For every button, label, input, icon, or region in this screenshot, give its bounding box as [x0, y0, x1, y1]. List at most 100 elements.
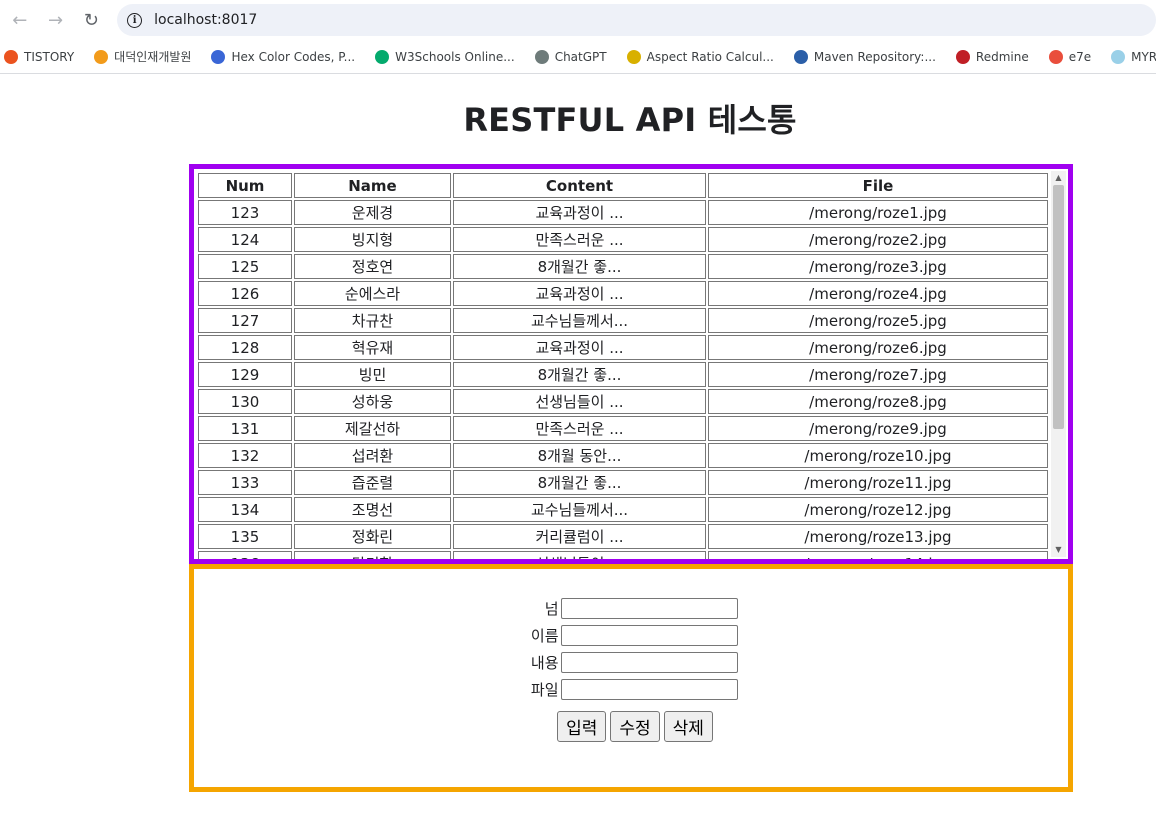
content-cell: 8개월간 좋... [453, 470, 706, 495]
table-row[interactable]: 123 운제경 교육과정이 .../merong/roze1.jpg [198, 200, 1048, 225]
bookmark-label: Redmine [975, 49, 1029, 64]
form-buttons: 입력 수정 삭제 [194, 711, 1068, 742]
bookmark-item[interactable]: ChatGPT [534, 49, 607, 64]
content-cell: 8개월간 좋... [453, 254, 706, 279]
file-cell: /merong/roze2.jpg [708, 227, 1048, 252]
file-label: 파일 [530, 681, 559, 699]
table-row[interactable]: 133 즙준렬 8개월간 좋.../merong/roze11.jpg [198, 470, 1048, 495]
table-row[interactable]: 129 빙민 8개월간 좋.../merong/roze7.jpg [198, 362, 1048, 387]
name-cell: 담리항 [294, 551, 451, 559]
bookmark-label: Maven Repository:... [813, 49, 936, 64]
insert-button[interactable]: 입력 [557, 711, 607, 742]
update-button[interactable]: 수정 [610, 711, 660, 742]
num-cell: 128 [198, 335, 292, 360]
table-row[interactable]: 128 혁유재 교육과정이 .../merong/roze6.jpg [198, 335, 1048, 360]
name-cell: 섭려환 [294, 443, 451, 468]
table-row[interactable]: 126 순에스라 교육과정이 .../merong/roze4.jpg [198, 281, 1048, 306]
scrollbar-thumb[interactable] [1053, 185, 1064, 429]
header-file: File [708, 173, 1048, 198]
bookmark-label: Hex Color Codes, P... [231, 49, 356, 64]
browser-toolbar: ← → ↻ i localhost:8017 [0, 0, 1156, 40]
name-cell: 혁유재 [294, 335, 451, 360]
header-num: Num [198, 173, 292, 198]
scroll-down-icon[interactable]: ▼ [1051, 543, 1066, 557]
num-input[interactable] [560, 598, 738, 619]
content-cell: 만족스러운 ... [453, 227, 706, 252]
chatgpt-icon [534, 49, 549, 64]
address-bar[interactable]: i localhost:8017 [117, 4, 1156, 36]
bookmark-label: ChatGPT [554, 49, 607, 64]
bookmark-label: 대덕인재개발원 [114, 50, 192, 64]
table-row[interactable]: 134 조명선 교수님들께서.../merong/roze12.jpg [198, 497, 1048, 522]
num-cell: 136 [198, 551, 292, 559]
bookmark-item[interactable]: Redmine [955, 49, 1029, 64]
bookmark-item[interactable]: Aspect Ratio Calcul... [626, 49, 774, 64]
site-info-icon[interactable]: i [127, 12, 143, 28]
url-text: localhost:8017 [154, 12, 258, 28]
table-row[interactable]: 135 정화린 커리큘럼이 .../merong/roze13.jpg [198, 524, 1048, 549]
table-row[interactable]: 130 성하웅 선생님들이 .../merong/roze8.jpg [198, 389, 1048, 414]
content-cell: 만족스러운 ... [453, 416, 706, 441]
delete-button[interactable]: 삭제 [663, 711, 713, 742]
tistory-icon [4, 49, 18, 64]
content-cell: 8개월간 좋... [453, 362, 706, 387]
palette-icon [211, 49, 226, 64]
back-icon[interactable]: ← [6, 6, 34, 34]
form-row-content: 내용 [194, 649, 1068, 676]
table-row[interactable]: 127 차규찬 교수님들께서.../merong/roze5.jpg [198, 308, 1048, 333]
bookmark-item[interactable]: W3Schools Online... [375, 49, 515, 64]
file-cell: /merong/roze13.jpg [708, 524, 1048, 549]
redmine-icon [955, 49, 970, 64]
content-cell: 교육과정이 ... [453, 335, 706, 360]
bookmark-item[interactable]: Maven Repository:... [793, 49, 936, 64]
table-scroll-area[interactable]: Num Name Content File 123 운제경 교육과정이 .../me… [196, 171, 1050, 559]
name-cell: 운제경 [294, 200, 451, 225]
bookmark-item[interactable]: Hex Color Codes, P... [211, 49, 356, 64]
bookmark-item[interactable]: e7e [1048, 49, 1091, 64]
bookmark-label: Aspect Ratio Calcul... [646, 49, 774, 64]
bookmark-item[interactable]: TISTORY [4, 49, 75, 64]
file-input[interactable] [560, 679, 738, 700]
file-cell: /merong/roze10.jpg [708, 443, 1048, 468]
reload-icon[interactable]: ↻ [77, 6, 105, 34]
table-row[interactable]: 132 섭려환 8개월 동안.../merong/roze10.jpg [198, 443, 1048, 468]
content-input[interactable] [560, 652, 738, 673]
bookmark-item[interactable]: 대덕인재개발원 [94, 48, 191, 65]
file-cell: /merong/roze12.jpg [708, 497, 1048, 522]
forward-icon[interactable]: → [42, 6, 70, 34]
name-cell: 정화린 [294, 524, 451, 549]
bookmarks-bar: TISTORY 대덕인재개발원 Hex Color Codes, P... W3Sch… [0, 40, 1156, 74]
name-input[interactable] [560, 625, 738, 646]
name-cell: 제갈선하 [294, 416, 451, 441]
table-header-row: Num Name Content File [198, 173, 1048, 198]
content-cell: 교육과정이 ... [453, 281, 706, 306]
table-row[interactable]: 124 빙지형 만족스러운 .../merong/roze2.jpg [198, 227, 1048, 252]
form-row-num: 넘 [194, 595, 1068, 622]
num-cell: 130 [198, 389, 292, 414]
maven-icon [793, 49, 808, 64]
num-cell: 135 [198, 524, 292, 549]
content-label: 내용 [530, 654, 559, 672]
num-cell: 126 [198, 281, 292, 306]
bookmark-label: TISTORY [24, 49, 75, 64]
header-content: Content [453, 173, 706, 198]
table-row[interactable]: 125 정호연 8개월간 좋.../merong/roze3.jpg [198, 254, 1048, 279]
table-scrollbar[interactable]: ▲ ▼ [1051, 171, 1066, 557]
input-form: 넘 이름 내용 파일 입력 수정 삭제 [194, 595, 1068, 742]
file-cell: /merong/roze6.jpg [708, 335, 1048, 360]
scroll-up-icon[interactable]: ▲ [1051, 171, 1066, 185]
data-table: Num Name Content File 123 운제경 교육과정이 .../me… [196, 171, 1050, 559]
myro-icon [1111, 49, 1126, 64]
input-form-panel: 넘 이름 내용 파일 입력 수정 삭제 [189, 564, 1073, 792]
table-row[interactable]: 136담리항선생님들이 .../merong/roze14.jpg [198, 551, 1048, 559]
file-cell: /merong/roze1.jpg [708, 200, 1048, 225]
name-cell: 차규찬 [294, 308, 451, 333]
name-label: 이름 [530, 627, 559, 645]
num-cell: 129 [198, 362, 292, 387]
bookmark-item[interactable]: MYRO - AI [1111, 49, 1156, 64]
name-cell: 조명선 [294, 497, 451, 522]
bookmark-label: W3Schools Online... [395, 49, 515, 64]
num-label: 넘 [544, 600, 559, 618]
table-row[interactable]: 131 제갈선하 만족스러운 .../merong/roze9.jpg [198, 416, 1048, 441]
data-table-panel: Num Name Content File 123 운제경 교육과정이 .../me… [189, 164, 1073, 564]
